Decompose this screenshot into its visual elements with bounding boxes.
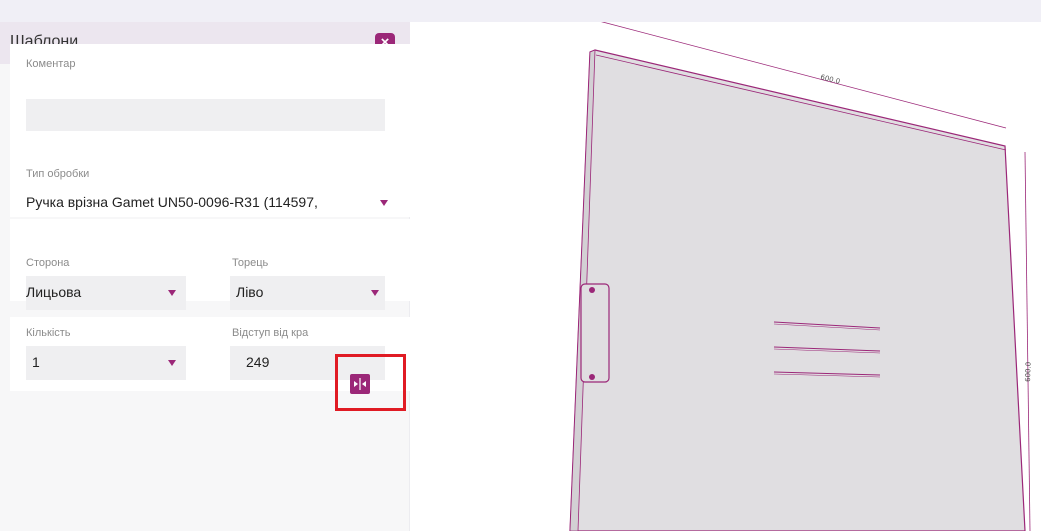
side-select[interactable]: Лицьова [26, 276, 186, 310]
top-bar [0, 0, 1041, 22]
width-dimension-label: 600.0 [820, 73, 841, 86]
door-panel [569, 49, 1026, 531]
triangle-down-icon [380, 200, 388, 206]
height-dimension-line [1024, 151, 1031, 531]
height-dimension-label: 600.0 [1024, 362, 1033, 382]
comment-section: Коментар [10, 44, 410, 146]
processing-type-value: Ручка врізна Gamet UN50-0096-R31 (114597… [26, 194, 318, 210]
processing-type-section: Тип обробки Ручка врізна Gamet UN50-0096… [10, 132, 410, 217]
handle-cutout [580, 283, 610, 383]
quantity-value: 1 [32, 354, 40, 370]
side-value: Лицьова [26, 284, 82, 300]
side-edge-section: Сторона Лицьова Торець Ліво [10, 219, 410, 310]
triangle-down-icon [168, 290, 176, 296]
quantity-label: Кількість [26, 327, 71, 339]
processing-type-select[interactable]: Ручка врізна Gamet UN50-0096-R31 (114597… [26, 192, 390, 214]
triangle-down-icon [168, 360, 176, 366]
edge-label: Торець [232, 257, 269, 269]
triangle-down-icon [371, 290, 379, 296]
edge-value: Ліво [236, 284, 264, 300]
comment-label: Коментар [26, 58, 76, 70]
edge-select[interactable]: Ліво [230, 276, 385, 310]
highlight-box [335, 354, 406, 411]
quantity-select[interactable]: 1 [26, 346, 186, 380]
door-preview: 600.0 600.0 [569, 22, 1033, 531]
processing-type-label: Тип обробки [26, 168, 90, 180]
side-label: Сторона [26, 257, 70, 269]
comment-input[interactable] [26, 99, 385, 131]
offset-label: Відступ від кра [232, 327, 309, 339]
offset-value: 249 [246, 354, 270, 370]
